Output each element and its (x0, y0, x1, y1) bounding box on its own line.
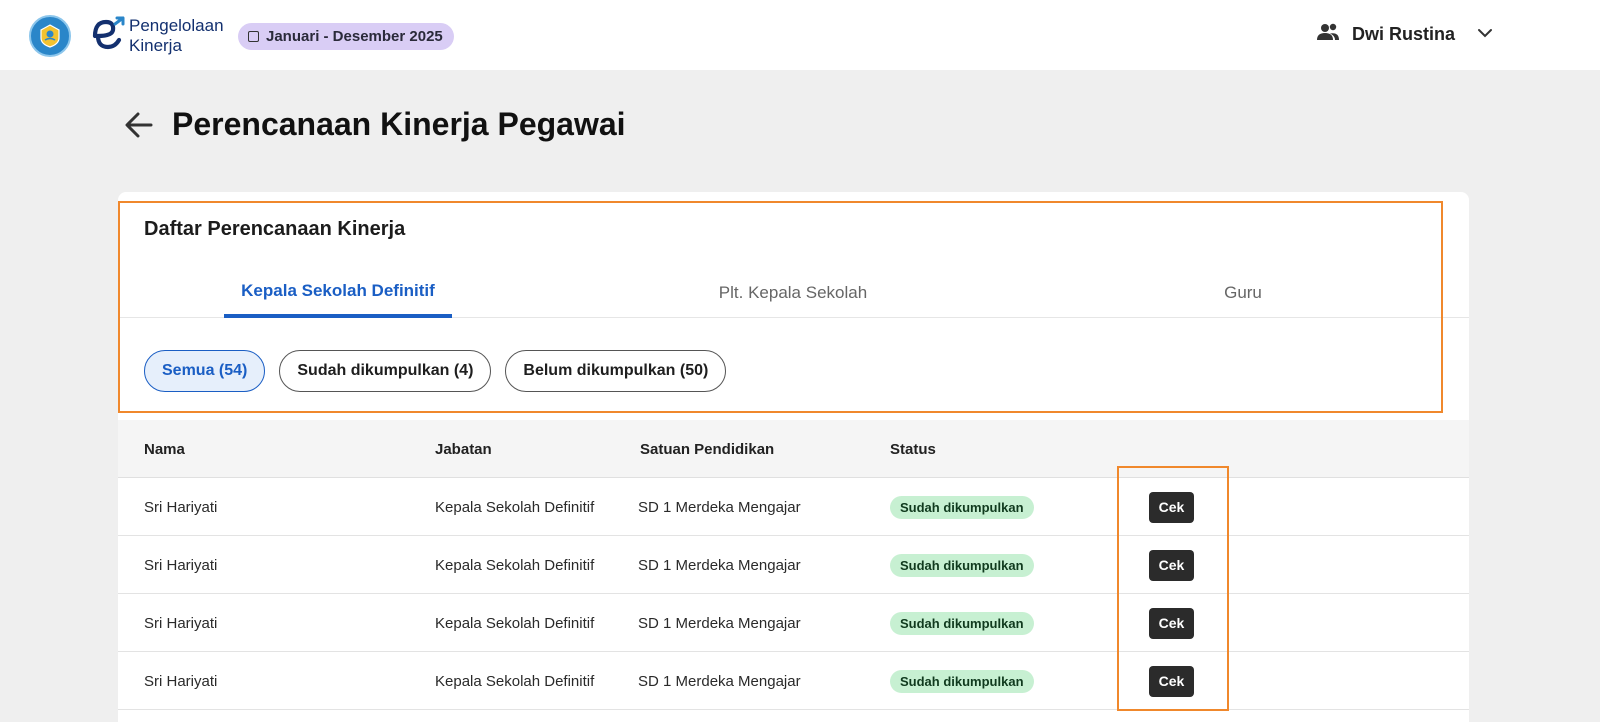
column-header-satuan: Satuan Pendidikan (640, 440, 775, 458)
table-header: Nama Jabatan Satuan Pendidikan Status (118, 420, 1469, 478)
column-header-nama: Nama (144, 440, 185, 458)
cell-nama: Sri Hariyati (144, 556, 218, 574)
chevron-down-icon[interactable] (1477, 25, 1493, 43)
back-button[interactable] (122, 110, 156, 144)
table-row: Sri Hariyati Kepala Sekolah Definitif SD… (118, 478, 1469, 536)
app-name-line1: Pengelolaan (129, 16, 224, 35)
app-logo-icon (86, 14, 128, 56)
cell-satuan: SD 1 Merdeka Mengajar (638, 614, 801, 632)
highlight-annotation-action-column (1117, 466, 1229, 711)
cell-jabatan: Kepala Sekolah Definitif (435, 672, 595, 690)
cell-satuan: SD 1 Merdeka Mengajar (638, 672, 801, 690)
period-label: Januari - Desember 2025 (266, 28, 443, 45)
cell-jabatan: Kepala Sekolah Definitif (435, 498, 595, 516)
page-title: Perencanaan Kinerja Pegawai (172, 106, 626, 142)
app-name-line2: Kinerja (129, 36, 182, 55)
cell-satuan: SD 1 Merdeka Mengajar (638, 498, 801, 516)
table-row: Sri Hariyati Kepala Sekolah Definitif SD… (118, 594, 1469, 652)
cell-nama: Sri Hariyati (144, 498, 218, 516)
tut-wuri-handayani-logo (29, 15, 71, 57)
table-row: Sri Hariyati Kepala Sekolah Definitif SD… (118, 536, 1469, 594)
status-badge: Sudah dikumpulkan (890, 553, 1034, 577)
calendar-icon (248, 31, 259, 42)
user-name: Dwi Rustina (1352, 23, 1456, 44)
status-badge: Sudah dikumpulkan (890, 669, 1034, 693)
cell-nama: Sri Hariyati (144, 614, 218, 632)
user-menu[interactable]: Dwi Rustina (1316, 18, 1493, 50)
column-header-status: Status (890, 440, 936, 458)
table-row: Sri Hariyati Kepala Sekolah Definitif SD… (118, 652, 1469, 710)
column-header-jabatan: Jabatan (435, 440, 492, 458)
period-chip[interactable]: Januari - Desember 2025 (238, 23, 454, 50)
people-icon (1316, 22, 1340, 47)
top-bar: Pengelolaan Kinerja Januari - Desember 2… (0, 0, 1600, 70)
status-badge: Sudah dikumpulkan (890, 495, 1034, 519)
app-name: Pengelolaan Kinerja (129, 16, 224, 56)
arrow-left-icon (124, 111, 154, 144)
planning-table: Nama Jabatan Satuan Pendidikan Status Sr… (118, 420, 1469, 710)
cell-jabatan: Kepala Sekolah Definitif (435, 614, 595, 632)
cell-jabatan: Kepala Sekolah Definitif (435, 556, 595, 574)
cell-satuan: SD 1 Merdeka Mengajar (638, 556, 801, 574)
cell-nama: Sri Hariyati (144, 672, 218, 690)
status-badge: Sudah dikumpulkan (890, 611, 1034, 635)
highlight-annotation-box (118, 201, 1443, 413)
